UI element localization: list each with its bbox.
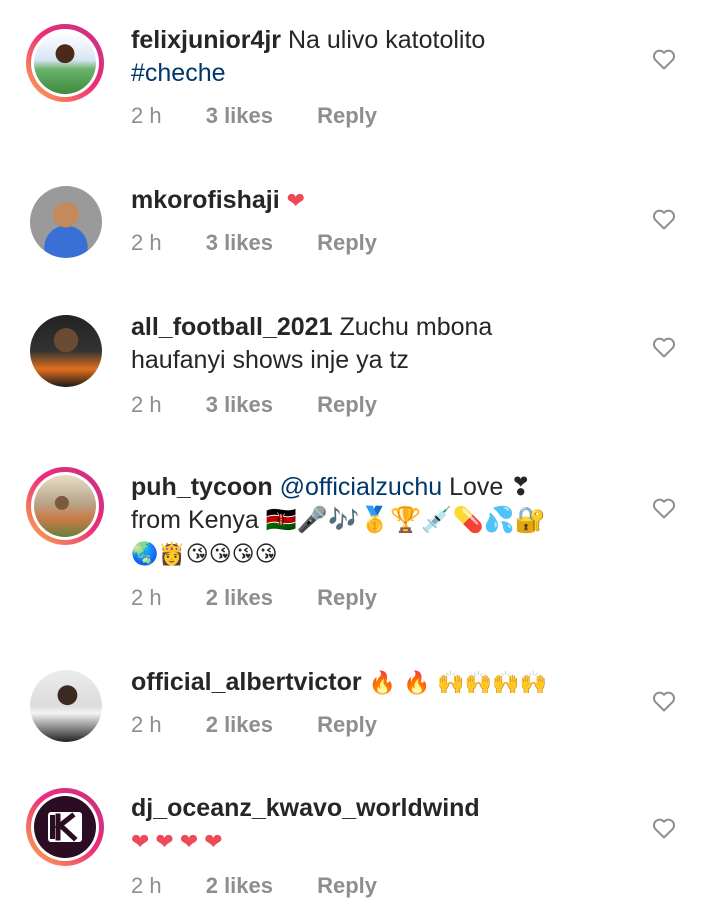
reply-button[interactable]: Reply [317, 103, 377, 128]
like-heart-icon[interactable] [652, 336, 676, 358]
hashtag-link[interactable]: #cheche [131, 59, 226, 87]
comment-username[interactable]: all_football_2021 [131, 313, 332, 341]
like-heart-icon[interactable] [652, 48, 676, 70]
comment-meta: 2 h 2 likes Reply [131, 873, 415, 899]
comment-username[interactable]: puh_tycoon [131, 473, 273, 501]
comment-text: Zuchu mbona [339, 313, 493, 341]
avatar [34, 796, 96, 858]
likes-count[interactable]: 2 likes [206, 585, 273, 610]
comment-time: 2 h [131, 230, 162, 255]
comment-time: 2 h [131, 103, 162, 128]
reply-button[interactable]: Reply [317, 230, 377, 255]
comment-item: puh_tycoon @officialzuchu Love ❣ from Ke… [0, 445, 720, 640]
comment-text-line-3: 🌏👸😘😘😘😘 [131, 542, 278, 567]
comment-item: mkorofishaji ❤ 2 h 3 likes Reply [0, 150, 720, 285]
like-heart-icon[interactable] [652, 208, 676, 230]
likes-count[interactable]: 2 likes [206, 873, 273, 898]
reply-button[interactable]: Reply [317, 712, 377, 737]
comment-meta: 2 h 3 likes Reply [131, 230, 415, 256]
likes-count[interactable]: 2 likes [206, 712, 273, 737]
avatar[interactable] [30, 186, 102, 258]
mention-link[interactable]: @officialzuchu [280, 473, 443, 501]
comment-username[interactable]: mkorofishaji [131, 186, 280, 214]
comment-text: ❤ [286, 189, 306, 214]
reply-button[interactable]: Reply [317, 585, 377, 610]
comment-username[interactable]: official_albertvictor [131, 668, 362, 696]
avatar-story-ring[interactable] [26, 788, 104, 866]
like-heart-icon[interactable] [652, 817, 676, 839]
comment-item: official_albertvictor 🔥 🔥 🙌🙌🙌🙌 2 h 2 lik… [0, 640, 720, 770]
comment-text: Na ulivo katotolito [288, 26, 486, 54]
comment-meta: 2 h 3 likes Reply [131, 392, 415, 418]
comment-text-line-2: from Kenya 🇰🇪🎤🎶🥇🏆💉💊💦🔐 [131, 506, 546, 534]
comment-item: all_football_2021 Zuchu mbona haufanyi s… [0, 285, 720, 445]
comment-time: 2 h [131, 873, 162, 898]
avatar [34, 32, 96, 94]
comment-username[interactable]: felixjunior4jr [131, 26, 281, 54]
comment-item: dj_oceanz_kwavo_worldwind ❤❤❤❤ 2 h 2 lik… [0, 770, 720, 918]
comment-text: 🔥 🔥 🙌🙌🙌🙌 [368, 671, 547, 696]
comment-text-line-2: haufanyi shows inje ya tz [131, 346, 409, 374]
comment-username[interactable]: dj_oceanz_kwavo_worldwind [131, 794, 480, 822]
like-heart-icon[interactable] [652, 497, 676, 519]
likes-count[interactable]: 3 likes [206, 103, 273, 128]
comment-item: felixjunior4jr Na ulivo katotolito #chec… [0, 0, 720, 150]
reply-button[interactable]: Reply [317, 392, 377, 417]
comment-time: 2 h [131, 712, 162, 737]
comment-meta: 2 h 3 likes Reply [131, 103, 415, 129]
comment-meta: 2 h 2 likes Reply [131, 585, 415, 611]
avatar[interactable] [30, 315, 102, 387]
avatar [34, 475, 96, 537]
comment-time: 2 h [131, 392, 162, 417]
avatar[interactable] [30, 670, 102, 742]
avatar-story-ring[interactable] [26, 467, 104, 545]
kwavo-logo-icon [48, 812, 82, 842]
like-heart-icon[interactable] [652, 690, 676, 712]
reply-button[interactable]: Reply [317, 873, 377, 898]
likes-count[interactable]: 3 likes [206, 230, 273, 255]
comment-text: Love ❣ [449, 473, 532, 501]
avatar-story-ring[interactable] [26, 24, 104, 102]
comment-time: 2 h [131, 585, 162, 610]
comment-meta: 2 h 2 likes Reply [131, 712, 415, 738]
likes-count[interactable]: 3 likes [206, 392, 273, 417]
comment-text: ❤❤❤❤ [131, 830, 229, 855]
